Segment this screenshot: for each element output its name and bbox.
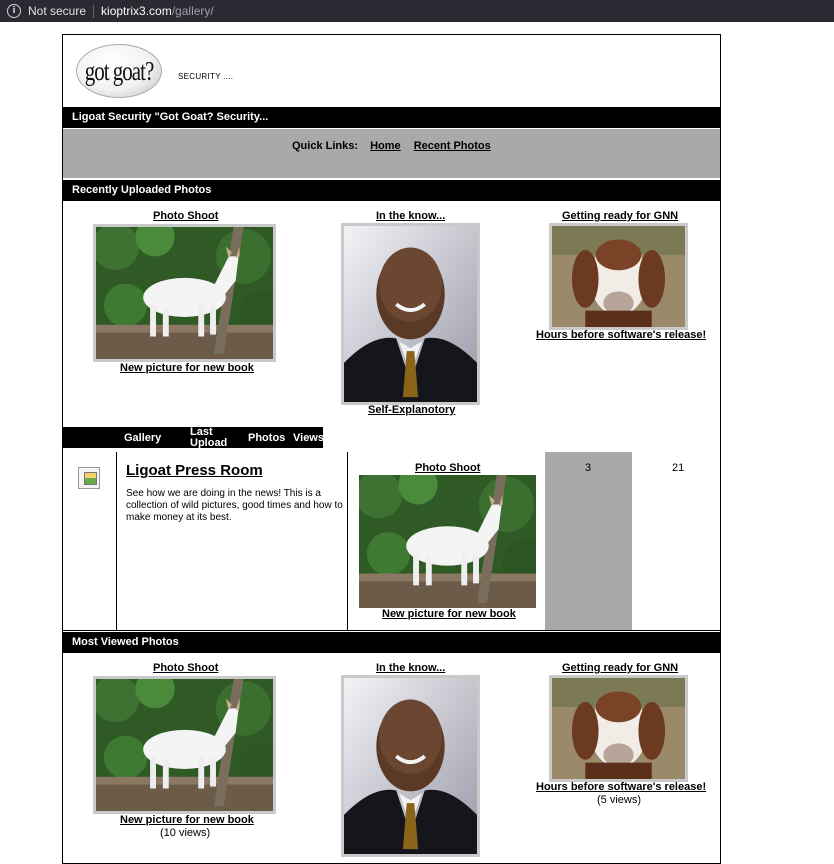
photos-count-cell [545,452,632,630]
viewed-photo-image-1[interactable] [93,676,276,814]
site-tagline: SECURITY .... [178,72,234,81]
viewed-photo-title-1[interactable]: Photo Shoot [153,662,218,674]
browser-address-bar[interactable]: i Not secure kioptrix3.com/gallery/ [0,0,834,22]
recent-photo-title-1[interactable]: Photo Shoot [153,210,218,222]
last-upload-caption[interactable]: New picture for new book [382,608,516,620]
security-status: Not secure [28,4,87,18]
recent-photo-title-3[interactable]: Getting ready for GNN [562,210,678,222]
viewed-photo-image-2[interactable] [341,675,480,857]
recent-photo-image-3[interactable] [549,223,688,330]
gallery-description: See how we are doing in the news! This i… [126,488,343,523]
info-icon[interactable]: i [7,4,21,18]
gallery-name-link[interactable]: Ligoat Press Room [126,462,263,479]
page-frame: got goat? SECURITY .... Ligoat Security … [62,34,721,864]
gallery-table-header: Gallery Last Upload Photos Views [63,427,324,448]
quick-links-panel: Quick Links: Home Recent Photos [63,129,720,178]
gallery-photos-count: 3 [585,462,592,474]
recent-photo-caption-1[interactable]: New picture for new book [120,362,254,374]
viewed-photo-views-3: (5 views) [597,794,642,806]
site-header: got goat? SECURITY .... [63,35,720,107]
col-photos: Photos [248,432,286,444]
section-divider [63,630,720,631]
recent-photo-title-2[interactable]: In the know... [376,210,445,222]
recent-photo-caption-2[interactable]: Self-Explanotory [368,404,455,416]
last-upload-image[interactable] [359,475,536,608]
recent-photo-caption-3[interactable]: Hours before software's release! [536,329,706,341]
viewed-photo-views-1: (10 views) [160,827,211,839]
url-host[interactable]: kioptrix3.com [101,4,172,18]
url-path[interactable]: /gallery/ [172,4,214,18]
column-divider [116,452,117,630]
site-logo[interactable]: got goat? [76,44,162,98]
most-viewed-heading: Most Viewed Photos [63,632,720,653]
viewed-photo-caption-3[interactable]: Hours before software's release! [536,781,706,793]
viewed-photo-title-2[interactable]: In the know... [376,662,445,674]
col-views: Views [293,432,324,444]
gallery-icon[interactable] [78,467,100,489]
col-last-upload: Last Upload [190,427,228,448]
recent-photos-heading: Recently Uploaded Photos [63,180,720,201]
address-divider [93,4,95,18]
gallery-views-count: 21 [672,462,685,474]
viewed-photo-title-3[interactable]: Getting ready for GNN [562,662,678,674]
site-title-bar: Ligoat Security "Got Goat? Security... [63,107,720,128]
quick-link-recent-photos[interactable]: Recent Photos [414,140,491,152]
col-gallery: Gallery [124,432,162,444]
logo-text: got goat? [84,54,155,86]
viewed-photo-image-3[interactable] [549,675,688,782]
quick-links-label: Quick Links: [292,140,359,152]
viewed-photo-caption-1[interactable]: New picture for new book [120,814,254,826]
quick-link-home[interactable]: Home [370,140,401,152]
recent-photo-image-1[interactable] [93,224,276,362]
column-divider [347,452,348,630]
last-upload-title[interactable]: Photo Shoot [415,462,480,474]
recent-photo-image-2[interactable] [341,223,480,405]
